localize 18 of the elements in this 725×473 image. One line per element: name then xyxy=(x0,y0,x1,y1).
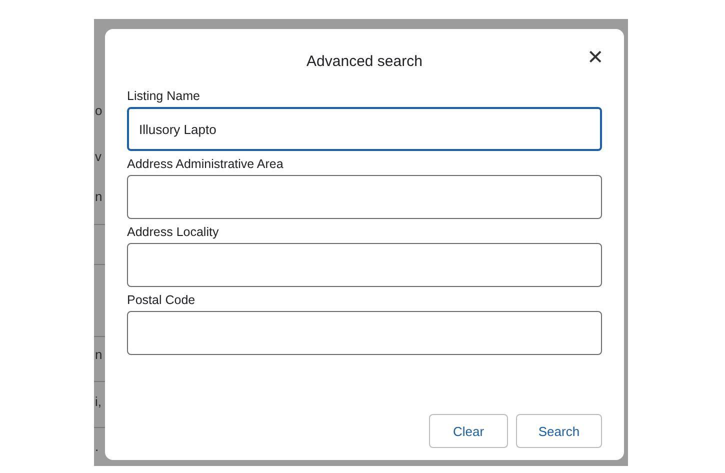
background-text: o xyxy=(95,103,102,118)
input-field[interactable]: Illusory Lapto xyxy=(127,107,602,151)
background-text: . xyxy=(95,439,99,454)
field-label: Address Administrative Area xyxy=(127,157,284,172)
field-label: Address Locality xyxy=(127,225,220,240)
input-field[interactable] xyxy=(127,175,602,219)
field-label: Postal Code xyxy=(127,293,196,308)
dialog-title: Advanced search xyxy=(306,52,422,70)
field-label: Listing Name xyxy=(127,89,201,104)
background-text: i, xyxy=(95,394,102,409)
input-field[interactable] xyxy=(127,311,602,355)
input-field[interactable] xyxy=(127,243,602,287)
background-text: n xyxy=(95,189,102,204)
search-button[interactable]: Search xyxy=(516,414,602,448)
close-button[interactable]: ✕ xyxy=(587,45,604,70)
background-text: n xyxy=(95,347,102,362)
clear-button[interactable]: Clear xyxy=(429,414,508,448)
background-text: v xyxy=(95,149,102,164)
